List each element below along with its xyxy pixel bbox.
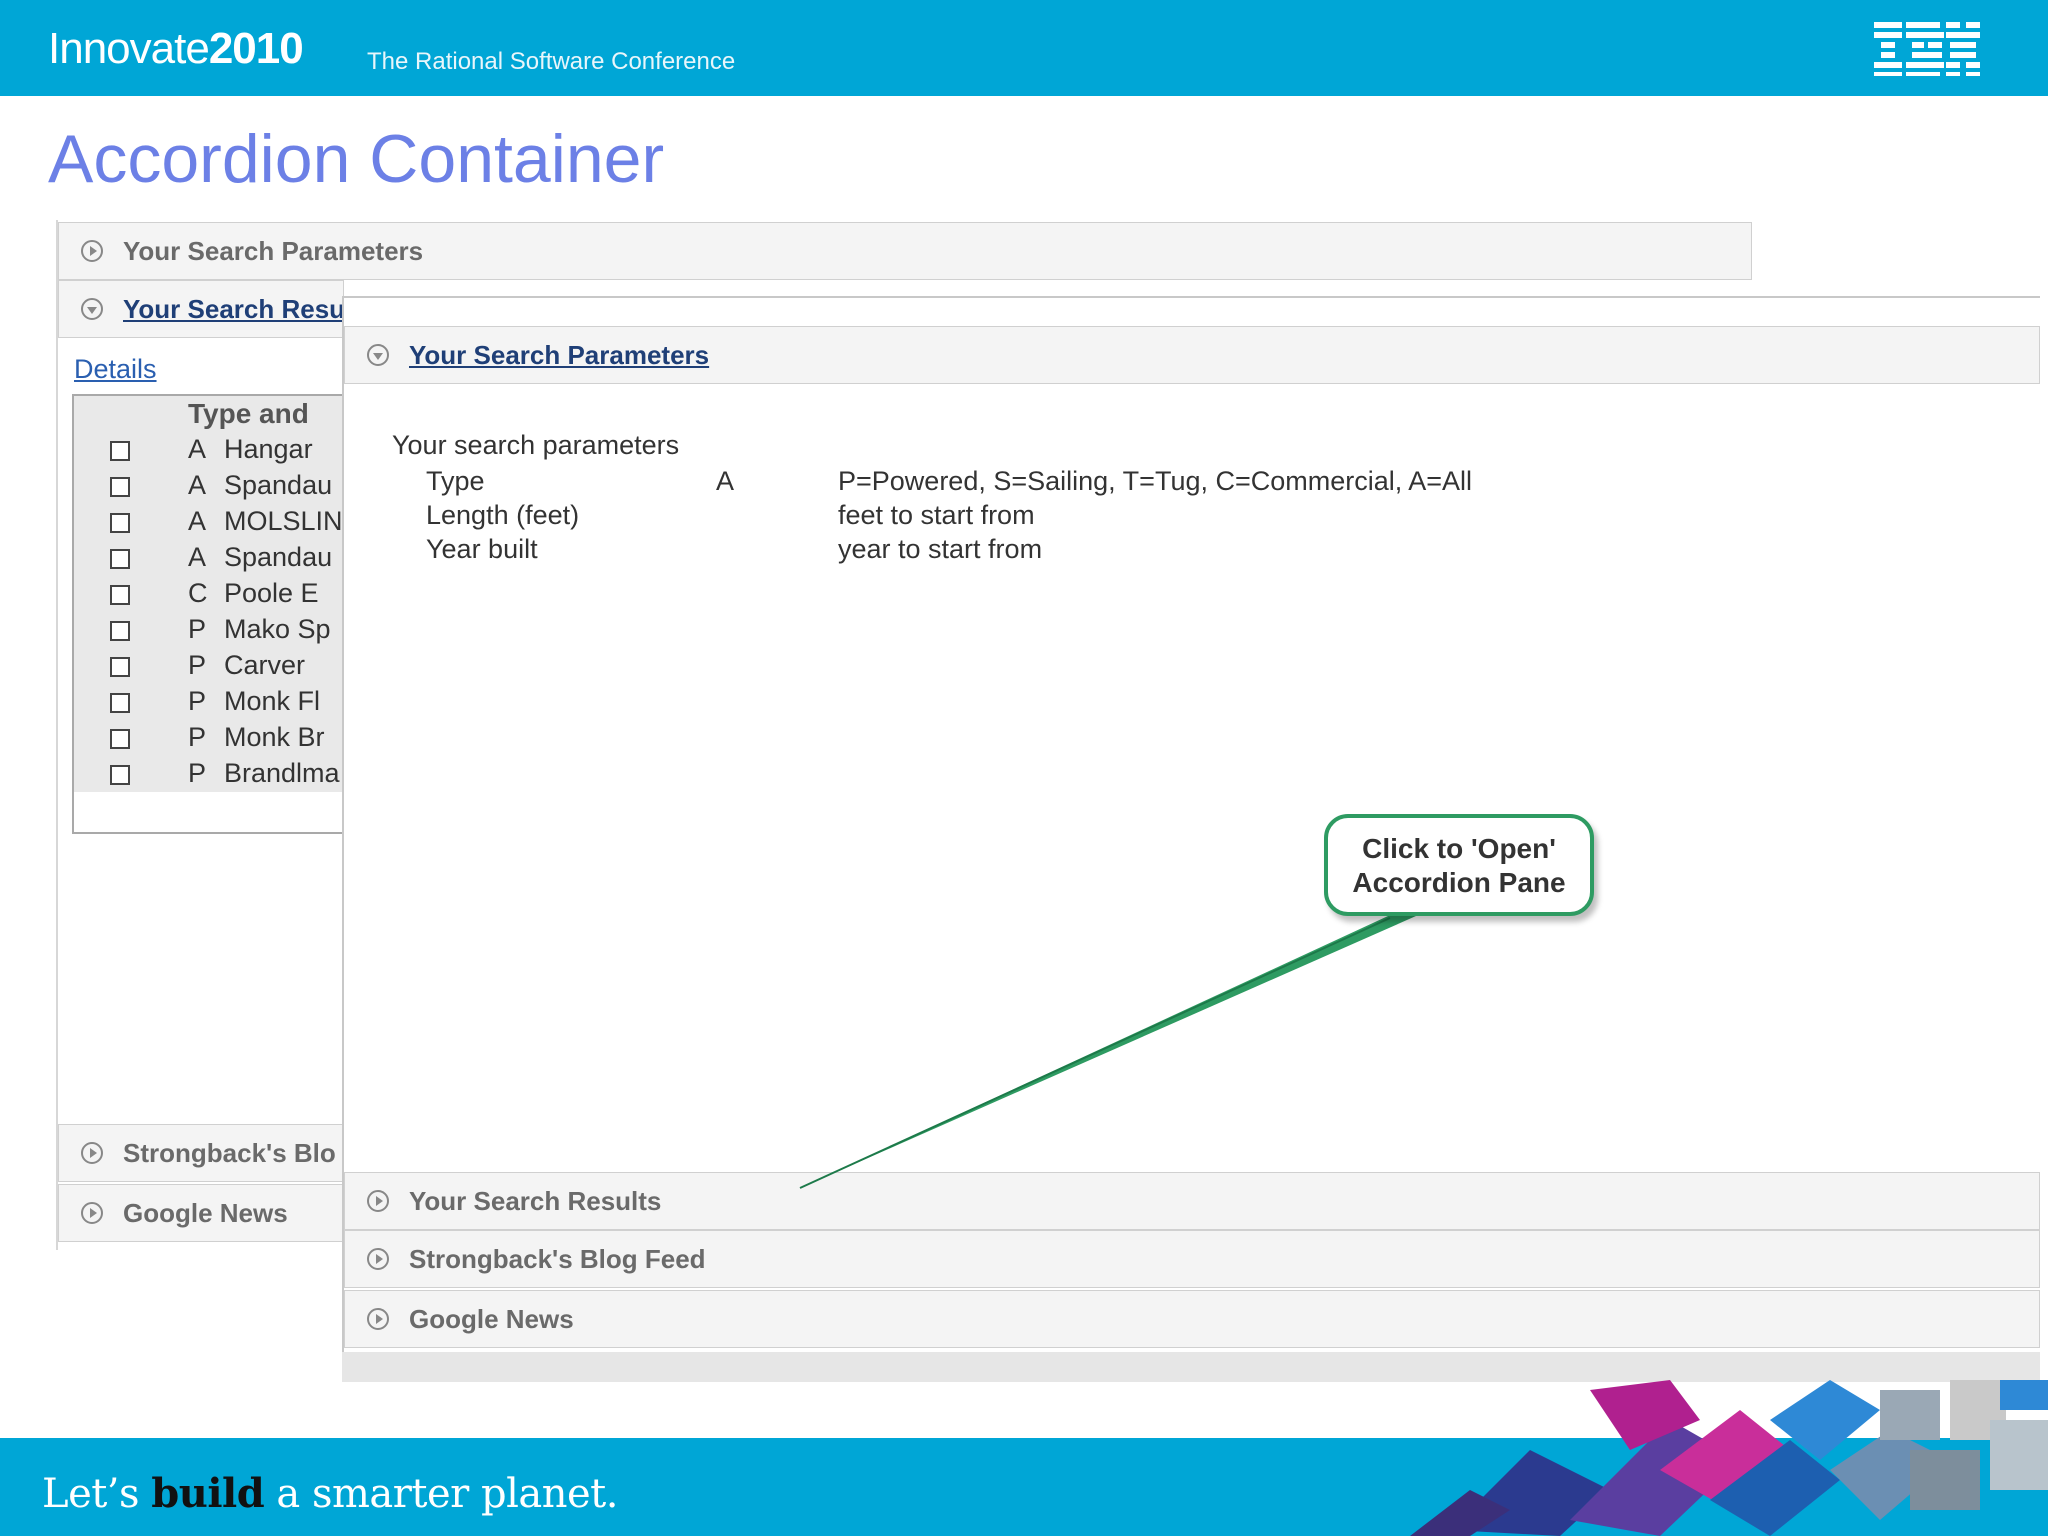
back-header-search-results[interactable]: Your Search Resu — [58, 280, 344, 338]
collapse-arrow-icon — [367, 344, 389, 366]
conference-subtitle: The Rational Software Conference — [367, 48, 736, 75]
back-header-google-news[interactable]: Google News — [58, 1184, 344, 1242]
table-header-label: Type and — [188, 398, 309, 429]
expand-arrow-icon — [81, 1202, 103, 1224]
brand-logo: Innovate2010 — [48, 24, 304, 74]
tagline-bold: build — [151, 1470, 265, 1517]
front-header-google-news[interactable]: Google News — [344, 1290, 2040, 1348]
footer-tagline: Let’s build a smarter planet. — [42, 1470, 618, 1517]
row-checkbox[interactable] — [110, 765, 130, 785]
row-type: A — [188, 542, 207, 572]
callout-box: Click to 'Open' Accordion Pane — [1324, 814, 1594, 916]
expand-arrow-icon — [81, 240, 103, 262]
results-table: Type and A Hangar A Spandau A MOLSLIN A Span… — [72, 394, 364, 834]
table-row: P Carver — [74, 648, 364, 684]
back-header-blog-feed[interactable]: Strongback's Blo — [58, 1124, 344, 1182]
table-row: P Mako Sp — [74, 612, 364, 648]
param-description: P=Powered, S=Sailing, T=Tug, C=Commercia… — [838, 466, 1473, 496]
callout-line-2: Accordion Pane — [1352, 867, 1566, 898]
table-header: Type and — [74, 396, 364, 432]
front-panel-footer-strip — [342, 1352, 2040, 1382]
row-type: P — [188, 614, 207, 644]
row-type: A — [188, 470, 207, 500]
front-header-search-results[interactable]: Your Search Results — [344, 1172, 2040, 1230]
back-header-label: Your Search Resu — [123, 293, 344, 324]
row-type: C — [188, 578, 208, 608]
row-checkbox[interactable] — [110, 585, 130, 605]
table-row: P Monk Br — [74, 720, 364, 756]
param-description: year to start from — [838, 534, 1043, 564]
expand-arrow-icon — [367, 1190, 389, 1212]
row-type: P — [188, 758, 207, 788]
row-name: Spandau — [224, 542, 333, 572]
ibm-logo — [1874, 22, 1980, 76]
front-header-label: Your Search Results — [409, 1185, 662, 1216]
tagline-part: a smarter planet. — [264, 1471, 618, 1517]
front-header-label: Google News — [409, 1303, 574, 1334]
back-header-search-parameters[interactable]: Your Search Parameters — [58, 222, 1752, 280]
param-value: A — [716, 466, 735, 496]
row-type: P — [188, 686, 207, 716]
header-bar — [0, 0, 2048, 96]
param-label: Type — [426, 466, 485, 496]
row-checkbox[interactable] — [110, 693, 130, 713]
row-checkbox[interactable] — [110, 441, 130, 461]
back-header-label: Your Search Parameters — [123, 235, 424, 266]
row-name: Monk Br — [224, 722, 325, 752]
row-type: A — [188, 506, 207, 536]
row-checkbox[interactable] — [110, 477, 130, 497]
row-name: Monk Fl — [224, 686, 321, 716]
tagline-part: Let’s — [42, 1471, 152, 1517]
collapse-arrow-icon — [81, 298, 103, 320]
row-type: P — [188, 650, 207, 680]
callout-line-1: Click to 'Open' — [1362, 833, 1556, 864]
brand-word: Innovate — [48, 24, 210, 73]
row-name: Mako Sp — [224, 614, 331, 644]
front-header-label: Strongback's Blog Feed — [409, 1243, 706, 1274]
row-name: Spandau — [224, 470, 333, 500]
param-label: Length (feet) — [426, 500, 580, 530]
expand-arrow-icon — [81, 1142, 103, 1164]
row-name: Brandlma — [224, 758, 340, 788]
expand-arrow-icon — [367, 1308, 389, 1330]
table-row: P Monk Fl — [74, 684, 364, 720]
table-row: A Spandau — [74, 540, 364, 576]
row-checkbox[interactable] — [110, 657, 130, 677]
table-row: A MOLSLIN — [74, 504, 364, 540]
brand-year: 2010 — [208, 24, 304, 73]
table-row: C Poole E — [74, 576, 364, 612]
table-row: A Hangar — [74, 432, 364, 468]
row-name: MOLSLIN — [224, 506, 343, 536]
row-checkbox[interactable] — [110, 729, 130, 749]
back-header-label: Strongback's Blo — [123, 1137, 336, 1168]
row-checkbox[interactable] — [110, 621, 130, 641]
params-heading: Your search parameters — [392, 430, 680, 460]
back-header-label: Google News — [123, 1197, 288, 1228]
details-link[interactable]: Details — [74, 354, 157, 385]
row-checkbox[interactable] — [110, 513, 130, 533]
row-name: Poole E — [224, 578, 319, 608]
table-row: A Spandau — [74, 468, 364, 504]
front-header-search-parameters[interactable]: Your Search Parameters — [344, 326, 2040, 384]
front-header-blog-feed[interactable]: Strongback's Blog Feed — [344, 1230, 2040, 1288]
expand-arrow-icon — [367, 1248, 389, 1270]
row-type: P — [188, 722, 207, 752]
param-label: Year built — [426, 534, 538, 564]
row-name: Carver — [224, 650, 306, 680]
param-description: feet to start from — [838, 500, 1035, 530]
smarter-planet-mosaic-graphic — [1410, 1380, 2048, 1536]
page-title: Accordion Container — [48, 121, 665, 197]
table-row: P Brandlma — [74, 756, 364, 792]
row-type: A — [188, 434, 207, 464]
row-name: Hangar — [224, 434, 313, 464]
row-checkbox[interactable] — [110, 549, 130, 569]
front-header-label: Your Search Parameters — [409, 339, 710, 370]
